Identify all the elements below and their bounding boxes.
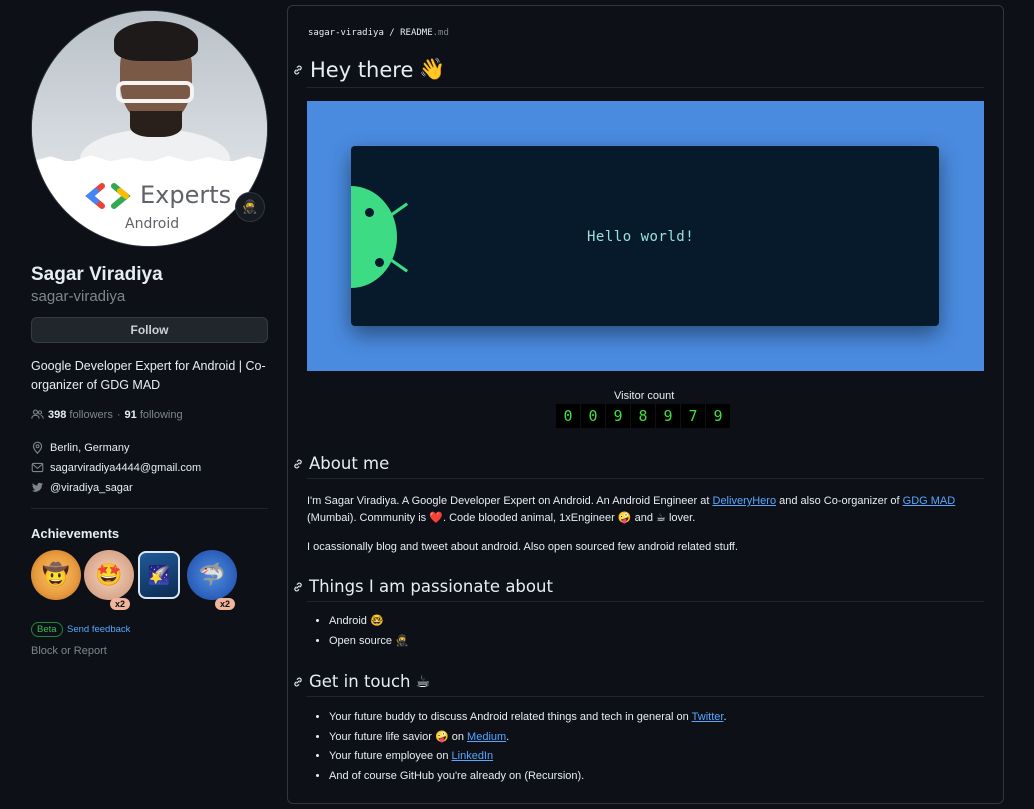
ninja-emoji: 🥷 [395,634,409,647]
beta-badge: Beta [31,622,63,637]
location-pin-icon [32,441,43,454]
visitor-digit: 9 [606,404,630,428]
gdg-mad-link[interactable]: GDG MAD [903,495,956,507]
badge-arctic-vault-icon[interactable]: 🌠 [138,551,180,599]
visitor-digit: 9 [656,404,680,428]
readme-heading: Hey there 👋 [292,57,446,82]
crazy-face-emoji: 🤪 [617,512,632,524]
passion-list: Android 🤓 Open source 🥷 [329,612,409,651]
list-item: Your future employee on LinkedIn [329,747,727,767]
divider [307,478,984,479]
badge-count: x2 [215,598,236,610]
gde-logo-icon [85,183,131,209]
coffee-emoji: ☕ [415,672,431,691]
following-link[interactable]: 91 following [125,409,183,421]
deliveryhero-link[interactable]: DeliveryHero [713,495,777,507]
nerd-emoji: 🤓 [369,615,384,627]
wave-emoji: 👋 [419,57,446,81]
list-item: Your future life savior 🤪 on Medium. [329,728,727,748]
mail-icon [31,462,44,473]
profile-login: sagar-viradiya [31,288,126,305]
twitter-text[interactable]: @viradiya_sagar [50,482,133,494]
coffee-emoji: ☕ [656,512,666,524]
block-report-link[interactable]: Block or Report [31,645,107,657]
status-emoji[interactable]: 🥷 [235,192,265,222]
about-heading: About me [292,454,389,473]
about-paragraph-2: I ocassionally blog and tweet about andr… [307,541,738,553]
people-icon [31,409,44,419]
visitor-digit: 0 [581,404,605,428]
divider [307,87,984,88]
breadcrumb-user[interactable]: sagar-viradiya [308,28,384,38]
location-text: Berlin, Germany [50,441,130,454]
avatar-card-title: Experts [140,181,232,209]
badge-starstruck-icon[interactable]: 🤩 [84,550,134,600]
anchor-link-icon[interactable] [292,458,304,470]
heart-emoji: ❤️ [429,512,443,524]
anchor-link-icon[interactable] [292,581,304,593]
passion-heading: Things I am passionate about [292,577,553,596]
visitor-digit: 7 [681,404,705,428]
visitor-count-label: Visitor count [614,390,675,402]
badge-shark-icon[interactable]: 🦈 [187,550,237,600]
visitor-digit: 8 [631,404,655,428]
about-paragraph: I'm Sagar Viradiya. A Google Developer E… [307,495,956,524]
divider [307,696,984,697]
touch-heading: Get in touch ☕ [292,672,430,691]
readme-breadcrumb: sagar-viradiya / README.md [308,28,449,38]
divider [307,601,984,602]
twitter[interactable]: @viradiya_sagar [31,481,133,494]
avatar-card-subtitle: Android [125,216,180,232]
follow-button[interactable]: Follow [31,317,268,343]
medium-link[interactable]: Medium [467,731,506,743]
list-item: Your future buddy to discuss Android rel… [329,708,727,728]
list-item: Open source 🥷 [329,632,409,652]
followers-link[interactable]: 398 followers [48,409,113,421]
profile-name: Sagar Viradiya [31,264,163,285]
touch-list: Your future buddy to discuss Android rel… [329,708,727,786]
avatar[interactable]: Experts Android 🥷 [31,10,268,247]
banner-screen: Hello world! [351,146,939,326]
profile-bio: Google Developer Expert for Android | Co… [31,359,266,392]
visitor-digit: 0 [556,404,580,428]
readme-panel: sagar-viradiya / README.md Hey there 👋 H… [287,5,1004,804]
breadcrumb-file: README [400,28,433,38]
hello-world-banner: Hello world! [307,101,984,371]
linkedin-link[interactable]: LinkedIn [452,750,494,762]
avatar-image: Experts Android [31,10,268,247]
twitter-icon [31,482,44,492]
list-item: Android 🤓 [329,612,409,632]
twitter-link[interactable]: Twitter [692,711,724,723]
list-item: And of course GitHub you're already on (… [329,767,727,787]
follow-stats: 398 followers · 91 following [31,408,183,421]
visitor-counter: 0 0 9 8 9 7 9 [556,404,730,428]
anchor-link-icon[interactable] [292,676,304,688]
divider [31,508,268,509]
separator: · [116,408,121,421]
badge-count: x2 [110,598,131,610]
anchor-link-icon[interactable] [292,64,304,76]
email[interactable]: sagarviradiya4444@gmail.com [31,461,201,474]
achievements-title: Achievements [31,526,120,541]
location: Berlin, Germany [31,441,129,454]
banner-text: Hello world! [587,229,695,245]
android-robot-icon [351,186,397,288]
badge-cowboy-icon[interactable]: 🤠 [31,550,81,600]
send-feedback-link[interactable]: Send feedback [67,624,130,635]
email-text[interactable]: sagarviradiya4444@gmail.com [50,462,201,474]
visitor-digit: 9 [706,404,730,428]
crazy-face-emoji: 🤪 [434,730,449,743]
